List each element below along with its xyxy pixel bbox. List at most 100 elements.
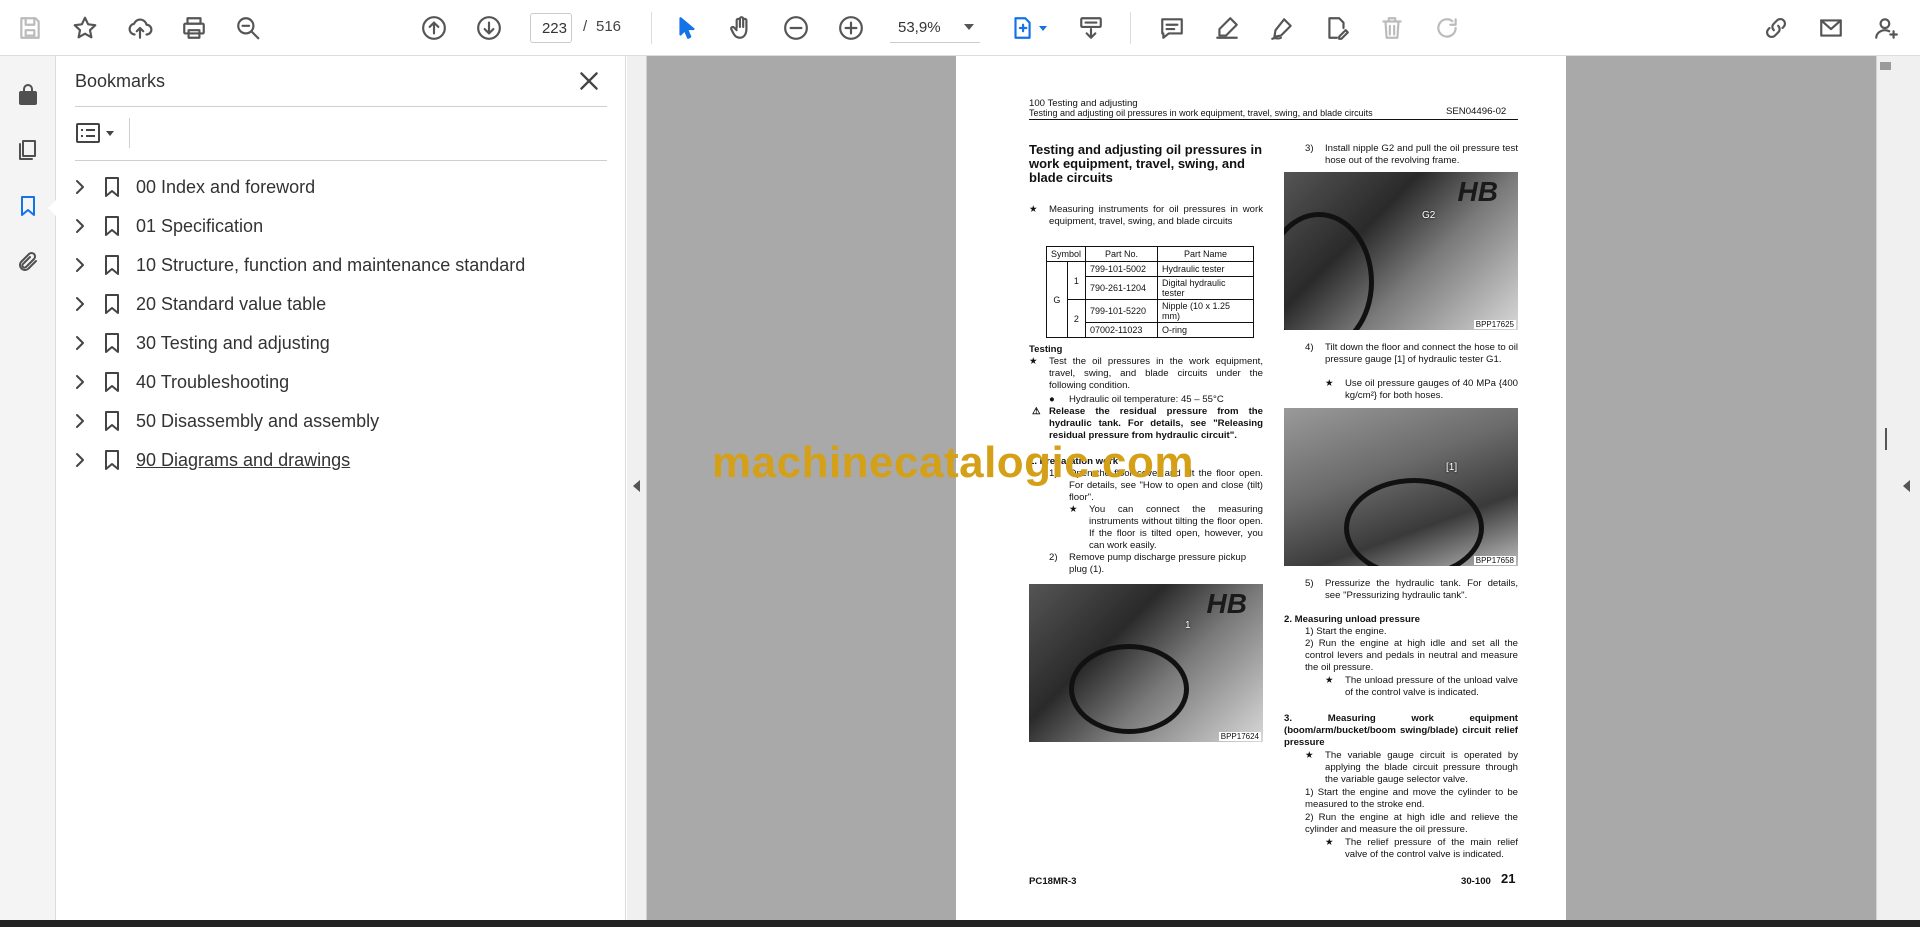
table-cell: 799-101-5220: [1085, 299, 1159, 323]
bookmark-label: 30 Testing and adjusting: [136, 332, 330, 353]
bookmark-item[interactable]: 50 Disassembly and assembly: [70, 404, 600, 438]
step-text: Tilt down the floor and connect the hose…: [1325, 342, 1518, 365]
bookmarks-panel-icon[interactable]: [12, 190, 44, 222]
right-panel-toggle[interactable]: [1894, 56, 1920, 920]
bookmark-item[interactable]: 01 Specification: [70, 209, 600, 243]
warning-text: Release the residual pressure from the h…: [1049, 406, 1263, 441]
attachments-paperclip-icon[interactable]: [12, 246, 44, 278]
step-note: The relief pressure of the main relief v…: [1345, 837, 1518, 860]
table-cell: Hydraulic tester: [1157, 261, 1255, 277]
photo-callout: G2: [1422, 210, 1436, 221]
user-account-icon[interactable]: [1868, 10, 1904, 46]
photo-label: BPP17625: [1473, 320, 1516, 329]
table-cell: Nipple (10 x 1.25 mm): [1157, 299, 1255, 323]
header-code: SEN04496-02: [1446, 106, 1507, 117]
photo-callout: [1]: [1446, 462, 1458, 473]
tools-table: Symbol Part No. Part Name G 1 799-101-50…: [1045, 246, 1255, 338]
chevron-right-icon[interactable]: [70, 333, 90, 353]
chevron-right-icon[interactable]: [70, 372, 90, 392]
lock-icon[interactable]: [12, 78, 44, 110]
testing-text: Test the oil pressures in the work equip…: [1049, 356, 1263, 391]
table-cell: 2: [1066, 299, 1087, 338]
photo-pressure-gauge: [1] BPP17658: [1284, 408, 1518, 566]
zoom-level-value: 53,9%: [898, 19, 941, 36]
bookmark-item[interactable]: 10 Structure, function and maintenance s…: [70, 248, 600, 282]
bookmark-icon: [102, 332, 122, 354]
step-text: 2) Run the engine at high idle and relie…: [1305, 812, 1518, 835]
bookmark-label: 20 Standard value table: [136, 293, 327, 314]
step-note: The unload pressure of the unload valve …: [1345, 675, 1518, 698]
header-title: Testing and adjusting oil pressures in w…: [1029, 108, 1373, 118]
zoom-level-select[interactable]: 53,9%: [890, 13, 980, 43]
brand-mark: HB: [1457, 176, 1498, 207]
previous-page-icon[interactable]: [416, 10, 452, 46]
chevron-right-icon[interactable]: [70, 411, 90, 431]
navigation-rail: [0, 56, 56, 920]
scrollbar-thumb[interactable]: [1880, 62, 1891, 70]
photo-pump-plug: HB 1 BPP17624: [1029, 584, 1263, 742]
brand-mark: HB: [1206, 588, 1247, 619]
bookmark-item[interactable]: 30 Testing and adjusting: [70, 326, 600, 360]
page-number-input[interactable]: [530, 13, 572, 43]
edit-document-icon[interactable]: [1319, 10, 1355, 46]
scroll-mode-icon[interactable]: [1073, 10, 1109, 46]
bookmark-item[interactable]: 40 Troubleshooting: [70, 365, 600, 399]
photo-label: BPP17624: [1218, 732, 1261, 741]
delete-trash-icon[interactable]: [1374, 10, 1410, 46]
bookmark-icon: [102, 371, 122, 393]
step-text: 2) Run the engine at high idle and set a…: [1305, 638, 1518, 673]
chevron-right-icon[interactable]: [70, 216, 90, 236]
next-page-icon[interactable]: [471, 10, 507, 46]
chevron-right-icon[interactable]: [70, 255, 90, 275]
bookmark-star-icon[interactable]: [67, 10, 103, 46]
watermark-text: machinecatalogic.com: [712, 438, 1194, 487]
panel-divider: [75, 160, 607, 161]
zoom-in-icon[interactable]: [833, 10, 869, 46]
scroll-position-mark: [1885, 428, 1887, 450]
collapse-panel-button[interactable]: [627, 56, 647, 920]
bookmark-item[interactable]: 20 Standard value table: [70, 287, 600, 321]
table-header: Part Name: [1157, 246, 1255, 262]
bookmark-options-button[interactable]: [76, 118, 122, 148]
chevron-left-icon: [1903, 480, 1910, 492]
star-marker: ★: [1029, 204, 1038, 215]
panel-divider: [75, 106, 607, 107]
chevron-right-icon[interactable]: [70, 294, 90, 314]
bookmark-label: 90 Diagrams and drawings: [136, 449, 351, 470]
bookmark-item[interactable]: 00 Index and foreword: [70, 170, 600, 204]
chevron-right-icon[interactable]: [70, 177, 90, 197]
bookmark-icon: [102, 215, 122, 237]
chevron-right-icon[interactable]: [70, 450, 90, 470]
step-note: You can connect the measuring instrument…: [1089, 504, 1263, 551]
page-display-icon[interactable]: [1004, 10, 1040, 46]
print-icon[interactable]: [176, 10, 212, 46]
step-note: The variable gauge circuit is operated b…: [1325, 750, 1518, 785]
table-cell: Digital hydraulic tester: [1157, 276, 1255, 300]
page-thumbnails-icon[interactable]: [12, 134, 44, 166]
footer-page-number: 21: [1501, 871, 1516, 886]
list-options-icon: [76, 123, 100, 143]
email-icon[interactable]: [1813, 10, 1849, 46]
vertical-scrollbar[interactable]: [1876, 56, 1894, 920]
upload-cloud-icon[interactable]: [122, 10, 158, 46]
chevron-down-icon[interactable]: [1039, 26, 1047, 31]
select-cursor-icon[interactable]: [669, 10, 705, 46]
sign-pen-icon[interactable]: [1264, 10, 1300, 46]
intro-text: Measuring instruments for oil pressures …: [1049, 204, 1263, 227]
find-zoom-icon[interactable]: [230, 10, 266, 46]
hand-tool-icon[interactable]: [723, 10, 759, 46]
bookmark-label: 40 Troubleshooting: [136, 371, 290, 392]
bookmark-item[interactable]: 90 Diagrams and drawings: [70, 443, 600, 477]
step-note: Use oil pressure gauges of 40 MPa {400 k…: [1345, 378, 1518, 401]
save-icon[interactable]: [12, 10, 48, 46]
redo-rotate-icon[interactable]: [1429, 10, 1465, 46]
testing-heading: Testing: [1029, 344, 1063, 355]
section-heading: 3. Measuring work equipment (boom/arm/bu…: [1284, 713, 1518, 748]
panel-divider: [129, 118, 130, 148]
bookmark-label: 01 Specification: [136, 215, 264, 236]
comment-icon[interactable]: [1154, 10, 1190, 46]
close-icon[interactable]: [576, 68, 602, 94]
zoom-out-icon[interactable]: [778, 10, 814, 46]
share-link-icon[interactable]: [1758, 10, 1794, 46]
highlight-pen-icon[interactable]: [1209, 10, 1245, 46]
